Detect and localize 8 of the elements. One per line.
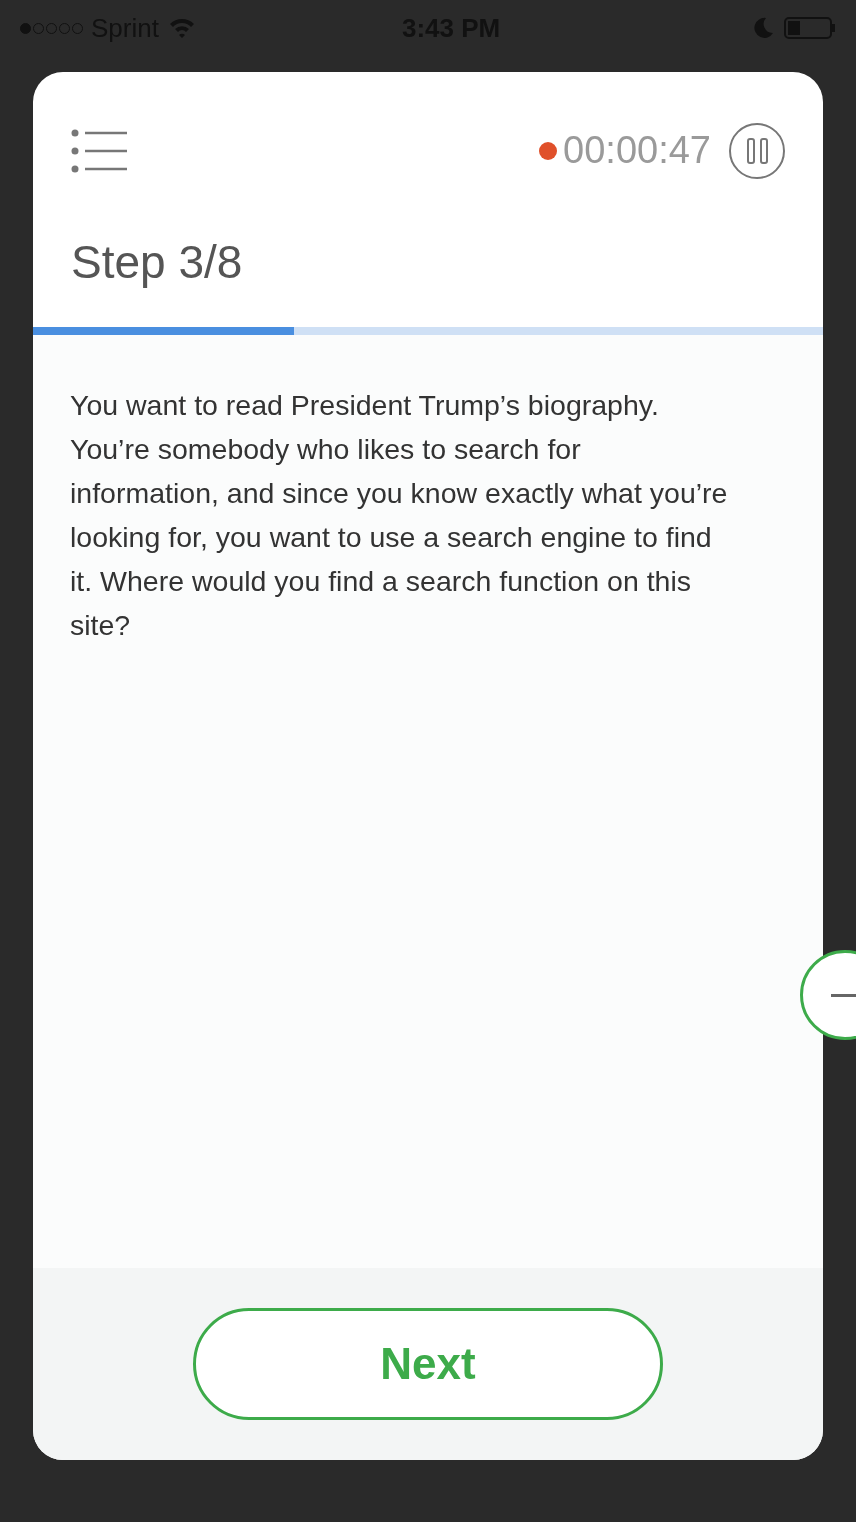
next-button[interactable]: Next [193, 1308, 663, 1420]
pause-button[interactable] [729, 122, 785, 179]
moon-icon [752, 17, 774, 39]
battery-icon [784, 16, 836, 40]
task-text: You want to read President Trump’s biography. You’re somebody who likes to search for information, and since you know exactly what you’re looking for, you want to use a search engine to find it. Where would you find a search function on this site? [69, 388, 729, 643]
wifi-icon [168, 17, 195, 39]
timer: 00:00:47 [563, 128, 711, 173]
menu-icon[interactable] [71, 128, 127, 173]
